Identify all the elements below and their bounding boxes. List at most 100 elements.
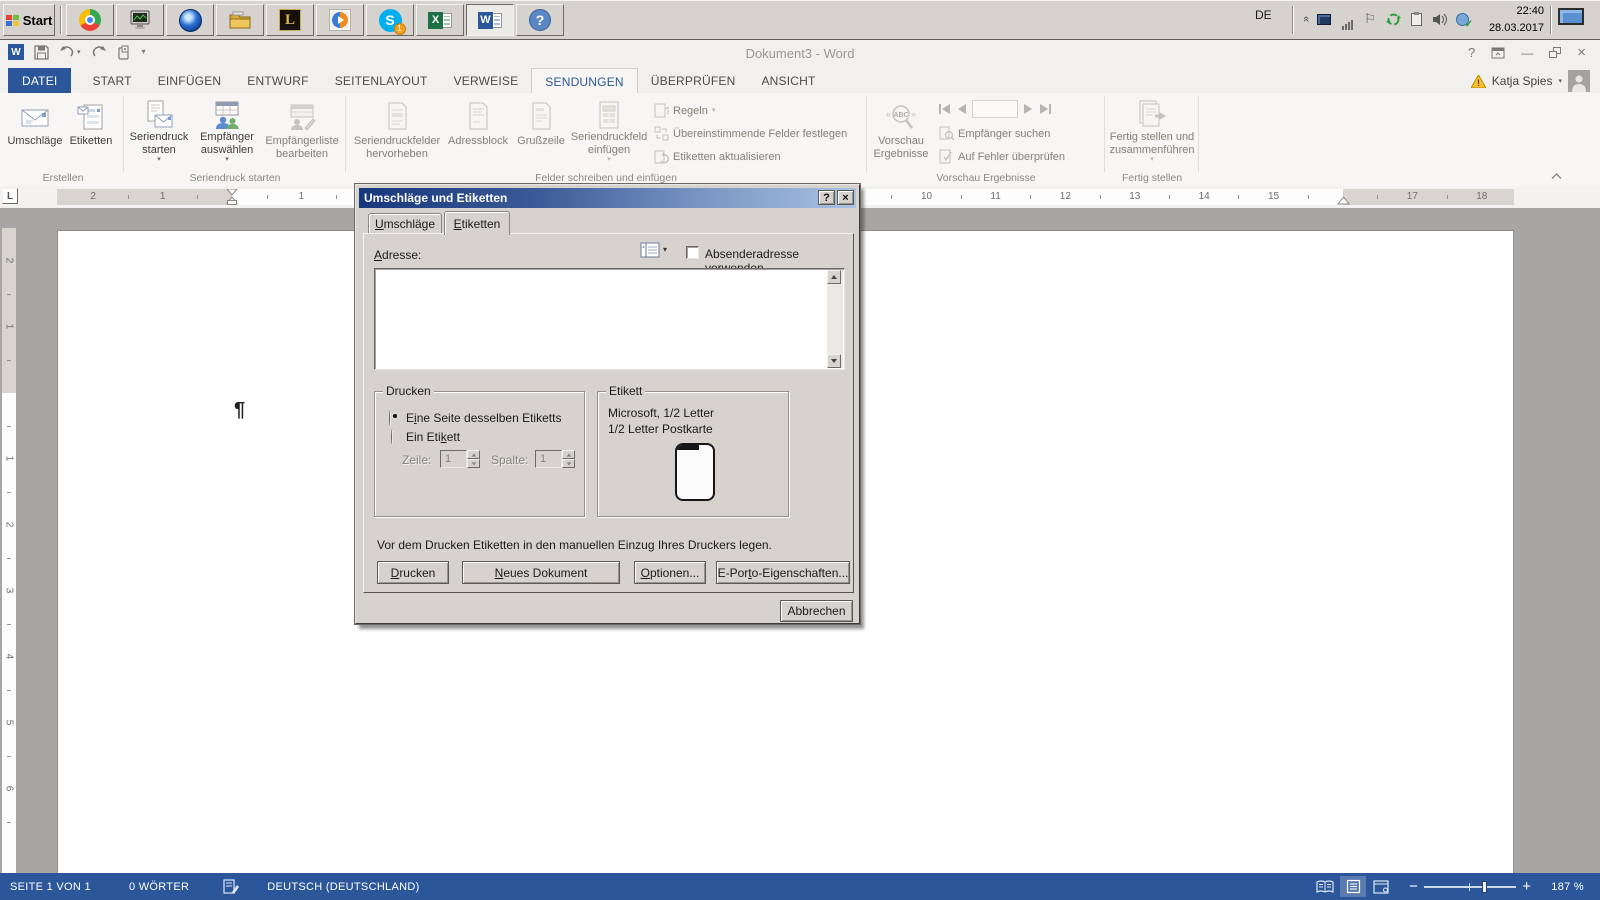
- group-label-seriendruck: Seriendruck starten: [126, 172, 344, 184]
- dialog-help-button[interactable]: ?: [818, 190, 835, 205]
- zoom-slider[interactable]: [1424, 880, 1516, 894]
- eine-seite-label[interactable]: Eine Seite desselben Etiketts: [406, 411, 561, 425]
- optionen-button[interactable]: Optionen...: [634, 561, 706, 584]
- zoom-level[interactable]: 187 %: [1541, 873, 1600, 900]
- ribbon-tab-bar: DATEI STARTEINFÜGENENTWURFSEITENLAYOUTVER…: [0, 68, 1600, 93]
- drucken-button[interactable]: Drucken: [377, 561, 449, 584]
- tab-verweise[interactable]: VERWEISE: [441, 68, 532, 93]
- ruler-tick: [7, 624, 11, 625]
- group-separator: [1198, 96, 1199, 172]
- eporto-eigenschaften-button[interactable]: E-Porto-Eigenschaften...: [716, 561, 850, 584]
- language-status[interactable]: DEUTSCH (DEUTSCHLAND): [257, 873, 429, 900]
- titlebar-help-icon[interactable]: ?: [1468, 45, 1475, 60]
- dialog-title: Umschläge und Etiketten: [364, 191, 507, 205]
- tab-seitenlayout[interactable]: SEITENLAYOUT: [322, 68, 441, 93]
- ruler-number: 17: [1407, 191, 1417, 202]
- tray-update-icon[interactable]: ✓: [1451, 8, 1473, 30]
- taskbar-app-media-player[interactable]: [166, 4, 214, 36]
- avatar[interactable]: [1568, 70, 1590, 92]
- ein-etikett-radio[interactable]: [391, 429, 393, 445]
- update-labels-icon: [654, 149, 669, 164]
- seriendruck-starten-button[interactable]: Seriendruck starten ▾: [128, 97, 190, 161]
- ein-etikett-label[interactable]: Ein Etikett: [406, 430, 460, 444]
- taskbar-app-excel[interactable]: X: [416, 4, 464, 36]
- neues-dokument-button[interactable]: Neues Dokument: [462, 561, 620, 584]
- taskbar-app-chrome[interactable]: [66, 4, 114, 36]
- collapse-ribbon-icon[interactable]: [1551, 172, 1562, 180]
- taskbar-app-windows-media-player[interactable]: [316, 4, 364, 36]
- tab-überprüfen[interactable]: ÜBERPRÜFEN: [638, 68, 749, 93]
- tab-start[interactable]: START: [79, 68, 144, 93]
- language-indicator[interactable]: DE: [1255, 8, 1272, 22]
- taskbar-app-skype[interactable]: S 1: [366, 4, 414, 36]
- account-area[interactable]: ! Katja Spies ▾: [1471, 70, 1590, 92]
- tab-einfügen[interactable]: EINFÜGEN: [145, 68, 235, 93]
- zoom-thumb[interactable]: [1482, 881, 1487, 893]
- dialog-close-button[interactable]: ×: [837, 190, 854, 205]
- dialog-tab-umschlaege[interactable]: Umschläge: [368, 213, 442, 234]
- clock[interactable]: 22:40 28.03.2017: [1478, 3, 1544, 36]
- dialog-tab-etiketten[interactable]: Etiketten: [444, 211, 510, 235]
- start-button[interactable]: Start: [3, 4, 55, 36]
- zoom-out-icon[interactable]: −: [1395, 873, 1424, 900]
- right-indent-marker[interactable]: [1337, 196, 1350, 205]
- absenderadresse-checkbox[interactable]: [686, 246, 699, 259]
- ruler-number: 4: [4, 650, 15, 664]
- tray-clipboard-icon[interactable]: [1405, 8, 1427, 30]
- tray-time: 22:40: [1478, 3, 1544, 20]
- scroll-down-icon[interactable]: [827, 354, 841, 368]
- close-icon[interactable]: ×: [1577, 44, 1586, 61]
- etiketten-button[interactable]: Etiketten: [64, 97, 118, 161]
- minimize-icon[interactable]: —: [1521, 46, 1533, 60]
- taskbar-app-league-of-legends[interactable]: L: [266, 4, 314, 36]
- taskbar-app-system-monitor[interactable]: [116, 4, 164, 36]
- textarea-scrollbar[interactable]: [827, 270, 843, 368]
- paragraph-mark: ¶: [234, 399, 245, 422]
- taskbar-app-word[interactable]: W: [466, 4, 514, 36]
- read-mode-icon[interactable]: [1312, 876, 1338, 897]
- insert-address-button[interactable]: ▾: [640, 242, 667, 258]
- word-count[interactable]: 0 WÖRTER: [119, 873, 199, 900]
- tab-entwurf[interactable]: ENTWURF: [234, 68, 321, 93]
- warning-icon: !: [1471, 75, 1486, 88]
- print-layout-icon[interactable]: [1340, 876, 1366, 897]
- spalte-up-icon: [562, 450, 575, 459]
- address-caret-icon[interactable]: ▾: [663, 246, 667, 254]
- umschlaege-button[interactable]: Umschläge: [8, 97, 62, 161]
- tab-sendungen[interactable]: SENDUNGEN: [531, 68, 637, 93]
- etikett-type: 1/2 Letter Postkarte: [608, 422, 713, 436]
- scroll-up-icon[interactable]: [827, 270, 841, 284]
- ribbon-display-options-icon[interactable]: [1491, 47, 1505, 59]
- previous-record-icon: [957, 104, 966, 114]
- hidden-icons-chevron[interactable]: «: [1300, 8, 1312, 30]
- show-desktop-icon[interactable]: [1558, 8, 1584, 25]
- page-indicator[interactable]: SEITE 1 VON 1: [0, 873, 101, 900]
- zoom-in-icon[interactable]: +: [1516, 873, 1541, 900]
- labels-icon: [75, 99, 107, 135]
- tray-flag-icon[interactable]: ⚐: [1359, 8, 1381, 30]
- restore-icon[interactable]: [1549, 47, 1561, 58]
- ruler-number: 2: [4, 518, 15, 532]
- eine-seite-radio[interactable]: [389, 410, 391, 426]
- tab-ansicht[interactable]: ANSICHT: [748, 68, 828, 93]
- tray-volume-icon[interactable]: [1428, 8, 1450, 30]
- web-layout-icon[interactable]: [1368, 876, 1394, 897]
- abbrechen-button[interactable]: Abbrechen: [780, 600, 853, 622]
- tab-datei[interactable]: DATEI: [8, 68, 71, 93]
- tab-selector[interactable]: L: [2, 188, 18, 204]
- tray-network-icon[interactable]: [1336, 8, 1358, 30]
- etikett-groupbox: Etikett Microsoft, 1/2 Letter 1/2 Letter…: [597, 391, 789, 517]
- ruler-tick: [128, 195, 129, 199]
- ribbon-group-felder: Seriendruckfelder hervorheben Adressbloc…: [348, 93, 864, 186]
- empfaenger-auswaehlen-button[interactable]: Empfänger auswählen ▾: [194, 97, 260, 161]
- address-textarea[interactable]: [374, 268, 845, 370]
- taskbar-app-file-manager[interactable]: [216, 4, 264, 36]
- excel-icon: X: [428, 12, 452, 29]
- user-caret-icon[interactable]: ▾: [1558, 78, 1562, 85]
- proofing-status-icon[interactable]: [213, 873, 249, 900]
- preview-results-icon: «ABC»: [884, 99, 918, 135]
- taskbar-app-help[interactable]: ?: [516, 4, 564, 36]
- tray-sync-icon[interactable]: [1382, 8, 1404, 30]
- left-indent-marker[interactable]: [227, 200, 237, 205]
- tray-display-icon[interactable]: [1313, 8, 1335, 30]
